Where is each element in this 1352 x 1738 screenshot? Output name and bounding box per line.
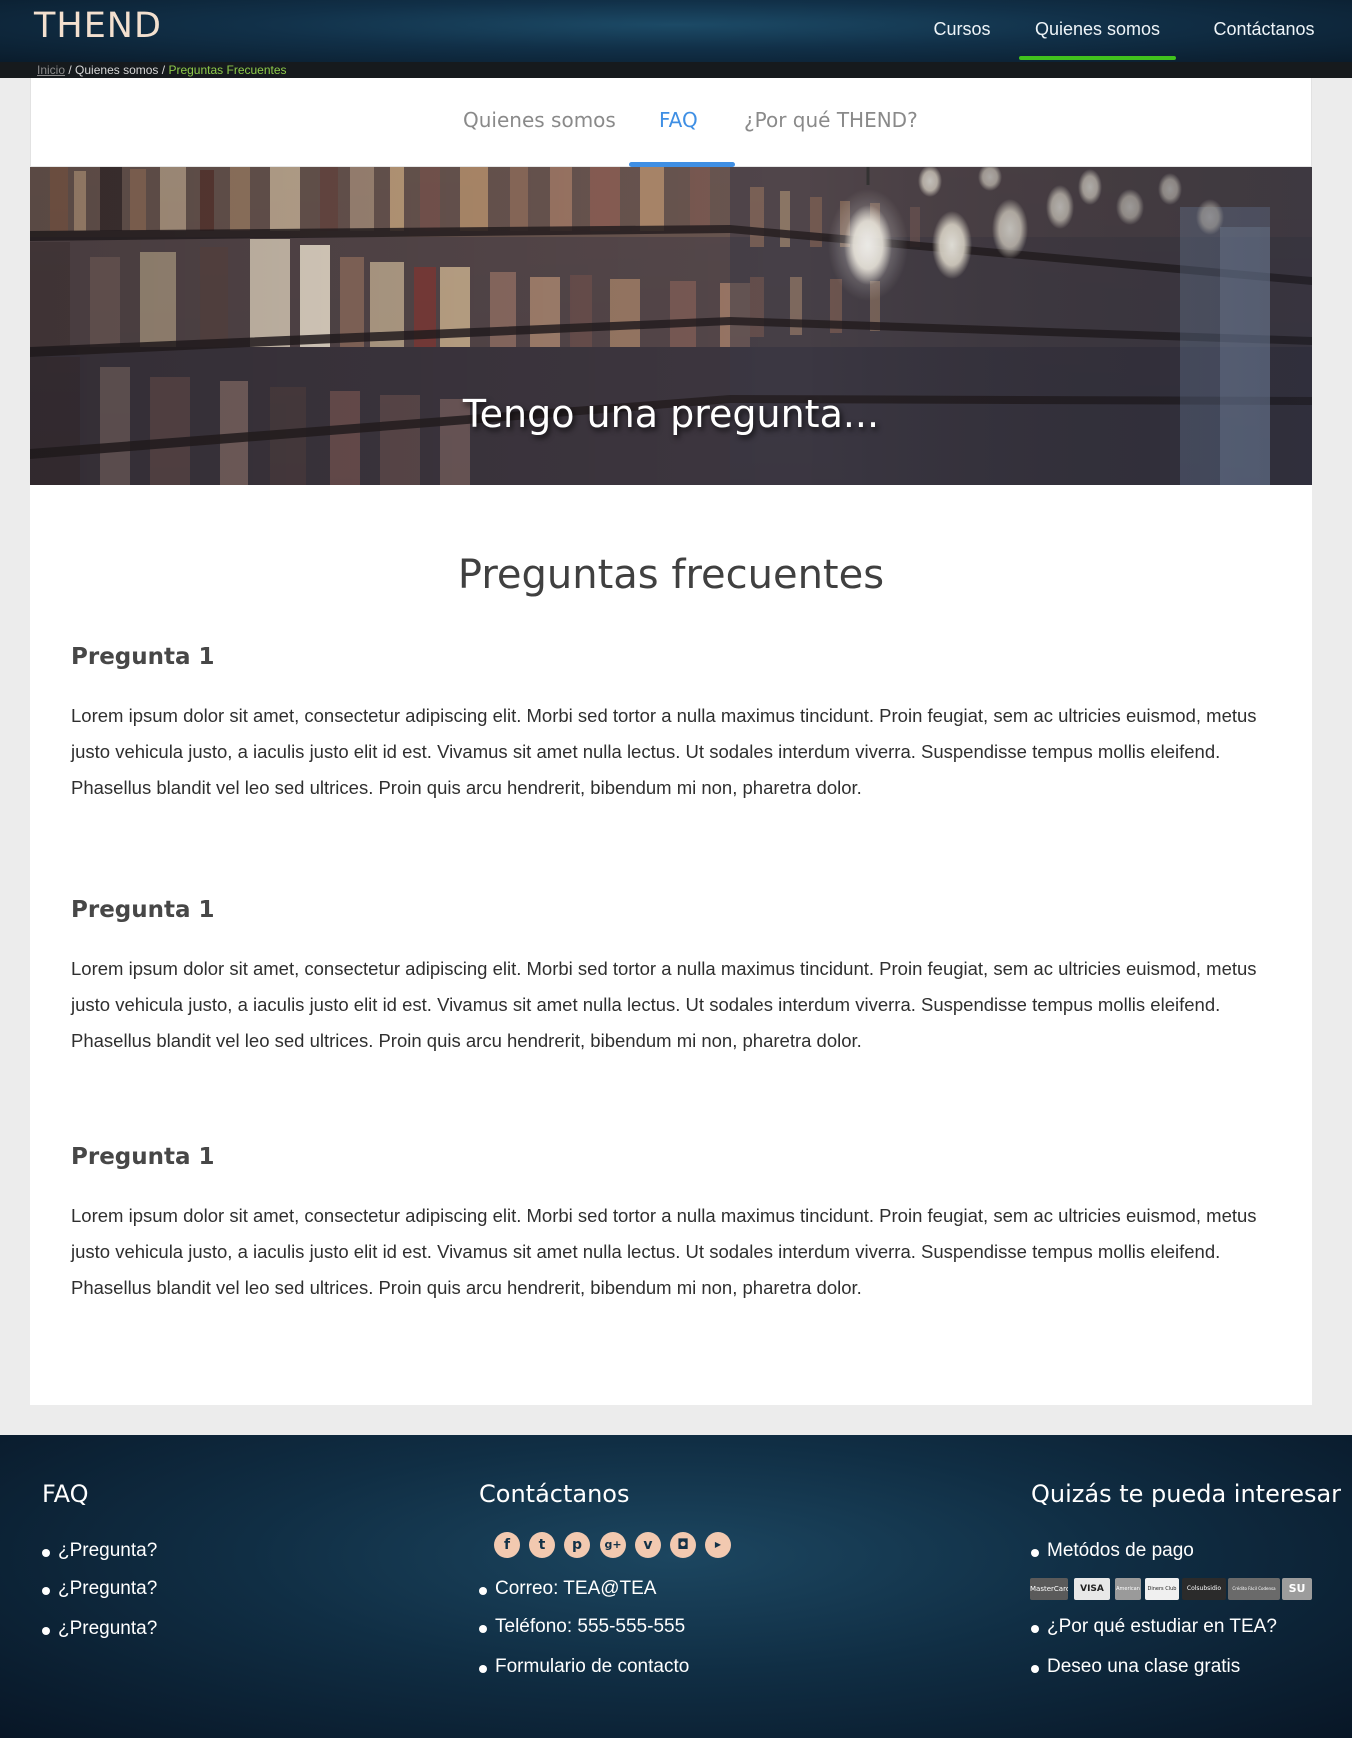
breadcrumb-separator: / bbox=[68, 63, 72, 77]
twitter-icon[interactable]: t bbox=[529, 1532, 555, 1558]
faq-item: Pregunta 1 Lorem ipsum dolor sit amet, c… bbox=[71, 644, 1271, 806]
top-navbar: THEND Cursos Quienes somos Contáctanos bbox=[0, 0, 1352, 62]
footer-contact-email[interactable]: Correo: TEA@TEA bbox=[479, 1578, 656, 1600]
tab-por-que-thend[interactable]: ¿Por qué THEND? bbox=[744, 108, 918, 132]
visa-logo: VISA bbox=[1074, 1578, 1110, 1600]
library-bookshelf-image bbox=[30, 167, 1312, 485]
faq-question: Pregunta 1 bbox=[71, 644, 215, 670]
footer-contact-phone[interactable]: Teléfono: 555-555-555 bbox=[479, 1616, 685, 1638]
google-plus-icon[interactable]: g+ bbox=[600, 1532, 626, 1558]
faq-answer: Lorem ipsum dolor sit amet, consectetur … bbox=[71, 1205, 1257, 1298]
footer-payment-methods-link[interactable]: Metódos de pago bbox=[1031, 1540, 1194, 1562]
faq-item: Pregunta 1 Lorem ipsum dolor sit amet, c… bbox=[71, 897, 1271, 1059]
faq-answer: Lorem ipsum dolor sit amet, consectetur … bbox=[71, 705, 1257, 798]
breadcrumb-home-link[interactable]: Inicio bbox=[37, 63, 65, 77]
faq-question: Pregunta 1 bbox=[71, 1144, 215, 1170]
hero-banner: Tengo una pregunta... bbox=[30, 167, 1312, 485]
nav-item-cursos[interactable]: Cursos bbox=[907, 0, 1017, 58]
footer-free-class-link[interactable]: Deseo una clase gratis bbox=[1031, 1656, 1240, 1678]
facebook-icon[interactable]: f bbox=[494, 1532, 520, 1558]
footer-why-study-link[interactable]: ¿Por qué estudiar en TEA? bbox=[1031, 1616, 1277, 1638]
instagram-icon[interactable]: ◘ bbox=[670, 1532, 696, 1558]
youtube-icon[interactable]: ▶ bbox=[705, 1532, 731, 1558]
main-content-card: Quienes somos FAQ ¿Por qué THEND? Tengo … bbox=[30, 78, 1312, 1405]
footer-faq-link[interactable]: ¿Pregunta? bbox=[42, 1578, 157, 1600]
codensa-logo: Crédito Fácil Codensa bbox=[1228, 1578, 1280, 1600]
faq-answer: Lorem ipsum dolor sit amet, consectetur … bbox=[71, 958, 1257, 1051]
su-logo: SU bbox=[1282, 1578, 1312, 1600]
diners-club-logo: Diners Club bbox=[1145, 1578, 1179, 1600]
breadcrumb-separator: / bbox=[161, 63, 166, 77]
footer-faq-link[interactable]: ¿Pregunta? bbox=[42, 1618, 157, 1640]
section-tabs: Quienes somos FAQ ¿Por qué THEND? bbox=[30, 78, 1312, 167]
footer-interest-title: Quizás te pueda interesar bbox=[1031, 1480, 1342, 1508]
footer-contact-form-link[interactable]: Formulario de contacto bbox=[479, 1656, 689, 1678]
vimeo-icon[interactable]: v bbox=[635, 1532, 661, 1558]
breadcrumb: Inicio / Quienes somos / Preguntas Frecu… bbox=[0, 62, 1352, 78]
faq-title: Preguntas frecuentes bbox=[457, 552, 885, 598]
faq-question: Pregunta 1 bbox=[71, 897, 215, 923]
amex-logo: American Express bbox=[1115, 1578, 1141, 1600]
footer-faq-title: FAQ bbox=[42, 1480, 89, 1508]
footer-faq-column: FAQ ¿Pregunta? ¿Pregunta? ¿Pregunta? bbox=[42, 1480, 157, 1639]
hero-title: Tengo una pregunta... bbox=[462, 392, 880, 436]
breadcrumb-current: Preguntas Frecuentes bbox=[168, 63, 287, 77]
pinterest-icon[interactable]: p bbox=[564, 1532, 590, 1558]
nav-item-contactanos[interactable]: Contáctanos bbox=[1176, 0, 1352, 58]
colsubsidio-logo: Colsubsidio bbox=[1182, 1578, 1226, 1600]
footer-interest-column: Quizás te pueda interesar Metódos de pag… bbox=[1031, 1480, 1342, 1677]
footer-faq-link[interactable]: ¿Pregunta? bbox=[42, 1540, 157, 1562]
footer-contact-column: Contáctanos Correo: TEA@TEA Teléfono: 55… bbox=[479, 1480, 689, 1677]
tab-faq[interactable]: FAQ bbox=[659, 108, 698, 132]
breadcrumb-quienes-somos: Quienes somos bbox=[75, 63, 159, 77]
footer-contact-title: Contáctanos bbox=[479, 1480, 630, 1508]
faq-item: Pregunta 1 Lorem ipsum dolor sit amet, c… bbox=[71, 1144, 1271, 1306]
logo[interactable]: THEND bbox=[34, 6, 162, 46]
nav-item-quienes-somos[interactable]: Quienes somos bbox=[1019, 0, 1176, 60]
tab-quienes-somos[interactable]: Quienes somos bbox=[463, 108, 616, 132]
mastercard-logo: MasterCard bbox=[1030, 1578, 1068, 1600]
